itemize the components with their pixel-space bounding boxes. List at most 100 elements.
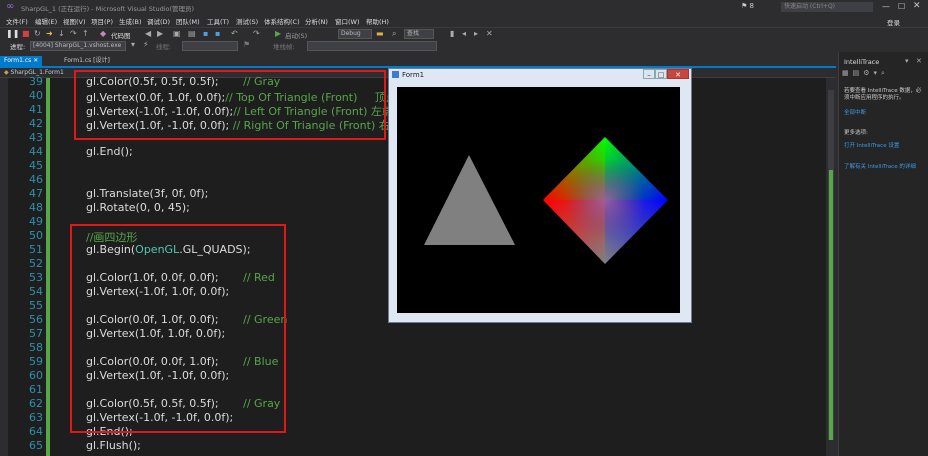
form-maximize-button[interactable]: □ — [655, 69, 667, 79]
save-icon[interactable]: ▪ — [203, 29, 208, 39]
restart-icon[interactable]: ↻ — [34, 29, 41, 39]
scrollbar-change-marker — [829, 170, 833, 440]
quick-launch-input[interactable]: 快速启动 (Ctrl+Q) — [781, 2, 873, 12]
line-number: 41 — [29, 103, 43, 116]
suspend-icon[interactable]: ▾ — [131, 40, 135, 50]
menu-window[interactable]: 窗口(W) — [335, 16, 360, 26]
pause-icon[interactable]: ❚❚ — [6, 29, 19, 39]
pin-icon[interactable]: ▾ — [905, 57, 909, 65]
code-map-icon[interactable]: ◆ — [100, 29, 106, 39]
panel-close-icon[interactable]: ✕ — [916, 57, 922, 65]
menu-architecture[interactable]: 体系结构(C) — [264, 16, 300, 26]
form-minimize-button[interactable]: – — [643, 69, 655, 79]
tab-form1-designer[interactable]: Form1.cs [设计] — [60, 56, 114, 66]
calls-icon[interactable]: ▤ — [853, 69, 864, 77]
process-select[interactable]: [4004] SharpGL_1.vshost.exe — [30, 41, 126, 51]
login-link[interactable]: 登录 — [887, 17, 900, 27]
form-app-icon — [392, 71, 399, 78]
stop-icon[interactable]: ■ — [22, 29, 30, 39]
stack-frame-select[interactable] — [307, 41, 437, 51]
lifecycle-event-icon[interactable]: ⚡ — [143, 40, 149, 50]
close-tab-icon[interactable]: ✕ — [33, 57, 38, 64]
step-over-icon[interactable]: ↷ — [70, 29, 77, 39]
menu-bar: 文件(F) 编辑(E) 视图(V) 项目(P) 生成(B) 调试(D) 团队(M… — [0, 15, 928, 27]
bookmark-icon[interactable]: ▮ — [450, 29, 454, 39]
folder-icon[interactable]: ▬ — [376, 29, 384, 39]
maximize-icon[interactable]: ☐ — [898, 2, 905, 11]
menu-debug[interactable]: 调试(D) — [147, 16, 170, 26]
step-out-icon[interactable]: ↑ — [82, 29, 89, 39]
back-icon[interactable]: ◀ — [145, 29, 151, 39]
notifications-badge[interactable]: ⚑ 8 — [741, 2, 754, 10]
step-into-icon[interactable]: ↓ — [58, 29, 65, 39]
opengl-render-canvas — [397, 87, 680, 313]
open-icon[interactable]: ▤ — [188, 29, 196, 39]
line-number: 53 — [29, 271, 43, 284]
start-debug-label[interactable]: 启动(S) — [285, 30, 307, 40]
line-number: 47 — [29, 187, 43, 200]
line-number: 52 — [29, 257, 43, 270]
code-text: gl.End(); — [86, 145, 133, 158]
forward-icon[interactable]: ▶ — [157, 29, 163, 39]
thread-select[interactable] — [182, 41, 238, 51]
menu-team[interactable]: 团队(M) — [176, 16, 200, 26]
menu-analyze[interactable]: 分析(N) — [305, 16, 328, 26]
redo-icon[interactable]: ↷ — [253, 29, 260, 39]
menu-help[interactable]: 帮助(H) — [366, 16, 389, 26]
save-all-icon[interactable]: ▪ — [215, 29, 220, 39]
line-number: 51 — [29, 243, 43, 256]
events-icon[interactable]: ▦ — [842, 69, 853, 77]
code-map-button[interactable]: 代码图 — [111, 30, 131, 40]
search-icon[interactable]: ⌕ — [881, 69, 889, 77]
toolbar: ❚❚ ■ ↻ ➜ ↓ ↷ ↑ ◆ 代码图 ◀ ▶ ▣ ▤ ▪ ▪ ↶ ↷ ▶ 启… — [0, 27, 928, 41]
menu-view[interactable]: 视图(V) — [63, 16, 86, 26]
notification-count: 8 — [749, 2, 754, 10]
filter-icon[interactable]: ▾ — [874, 69, 882, 77]
line-number: 65 — [29, 439, 43, 452]
visual-studio-logo-icon: ∞ — [6, 1, 15, 12]
line-number: 60 — [29, 369, 43, 382]
form-close-button[interactable]: ✕ — [667, 69, 689, 79]
tab-form1-cs[interactable]: Form1.cs ✕ — [0, 56, 43, 66]
code-line[interactable]: gl.Translate(3f, 0f, 0f); — [86, 187, 208, 200]
line-number: 54 — [29, 285, 43, 298]
open-settings-link[interactable]: 打开 IntelliTrace 设置 — [844, 143, 926, 150]
menu-tools[interactable]: 工具(T) — [207, 16, 229, 26]
prev-bookmark-icon[interactable]: ◂ — [462, 29, 466, 39]
undo-icon[interactable]: ↶ — [231, 29, 238, 39]
find-icon[interactable]: ⌕ — [392, 29, 396, 39]
line-number: 57 — [29, 327, 43, 340]
color-quad — [543, 137, 668, 264]
break-all-link[interactable]: 全部中断 — [844, 110, 926, 117]
flag-thread-icon[interactable]: ⚑ — [243, 40, 250, 50]
find-input[interactable]: 查找 — [404, 29, 434, 39]
tab-label: Form1.cs — [4, 57, 32, 64]
intellitrace-description: 若要查看 IntelliTrace 数据，必须中断应用程序的执行。 — [844, 88, 922, 101]
line-number: 44 — [29, 145, 43, 158]
line-number: 55 — [29, 299, 43, 312]
configuration-select[interactable]: Debug — [338, 29, 372, 39]
new-item-icon[interactable]: ▣ — [173, 29, 181, 39]
menu-test[interactable]: 测试(S) — [236, 16, 258, 26]
menu-file[interactable]: 文件(F) — [6, 16, 28, 26]
settings-icon[interactable]: ⚙ — [863, 69, 873, 77]
gray-triangle — [424, 155, 515, 245]
panel-toolbar: ▦▤⚙▾⌕ — [842, 69, 926, 78]
menu-build[interactable]: 生成(B) — [119, 16, 142, 26]
close-icon[interactable]: ✕ — [913, 1, 921, 11]
minimize-icon[interactable]: — — [882, 2, 890, 11]
show-next-statement-icon[interactable]: ➜ — [46, 29, 53, 39]
code-line[interactable]: gl.End(); — [86, 145, 133, 158]
process-label: 进程: — [10, 43, 26, 51]
menu-edit[interactable]: 编辑(E) — [35, 16, 57, 26]
code-line[interactable]: gl.Rotate(0, 0, 45); — [86, 201, 190, 214]
line-number: 61 — [29, 383, 43, 396]
next-bookmark-icon[interactable]: ▸ — [474, 29, 478, 39]
continue-icon[interactable]: ▶ — [275, 29, 281, 39]
line-number: 48 — [29, 201, 43, 214]
code-line[interactable]: gl.Flush(); — [86, 439, 141, 452]
clear-bookmarks-icon[interactable]: ✕ — [486, 29, 493, 39]
stack-frame-label: 堆栈帧: — [273, 43, 295, 51]
learn-more-link[interactable]: 了解有关 IntelliTrace 的详细 — [844, 164, 926, 171]
menu-project[interactable]: 项目(P) — [91, 16, 113, 26]
